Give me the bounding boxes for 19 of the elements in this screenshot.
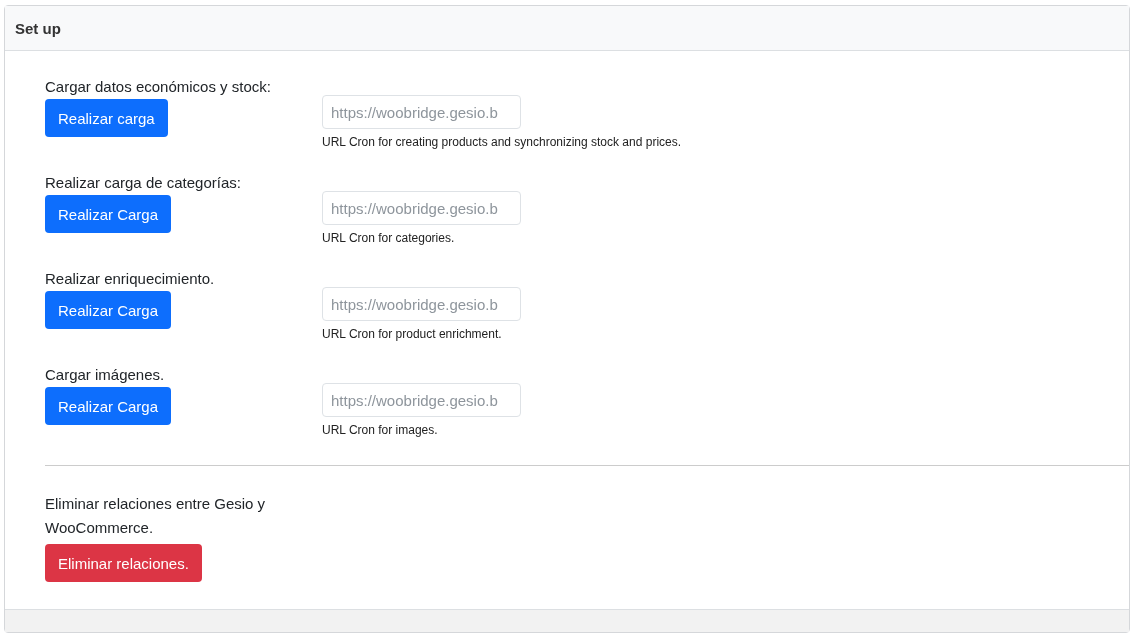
task-label: Cargar imágenes. <box>45 365 165 385</box>
load-button[interactable]: Realizar carga <box>45 99 168 137</box>
delete-relations-button[interactable]: Eliminar relaciones. <box>45 544 202 582</box>
help-text: URL Cron for creating products and synchronizing stock and prices. <box>322 135 682 149</box>
task-label: Realizar carga de categorías: <box>45 173 241 193</box>
help-text: URL Cron for categories. <box>322 231 456 245</box>
load-button[interactable]: Realizar Carga <box>45 291 172 329</box>
cron-url-field[interactable]: https://woobridge.gesio.b <box>322 287 521 321</box>
task-label: Eliminar relaciones entre Gesio y WooCommerce. <box>45 494 267 538</box>
card-title: Set up <box>15 19 61 37</box>
load-button[interactable]: Realizar Carga <box>45 387 172 425</box>
load-button[interactable]: Realizar Carga <box>45 195 172 233</box>
cron-url-field[interactable]: https://woobridge.gesio.b <box>322 95 521 129</box>
help-text: URL Cron for product enrichment. <box>322 327 503 341</box>
task-label: Realizar enriquecimiento. <box>45 269 215 289</box>
cron-url-field[interactable]: https://woobridge.gesio.b <box>322 383 521 417</box>
help-text: URL Cron for images. <box>322 423 439 437</box>
cron-url-field[interactable]: https://woobridge.gesio.b <box>322 191 521 225</box>
task-label: Cargar datos económicos y stock: <box>45 77 271 97</box>
